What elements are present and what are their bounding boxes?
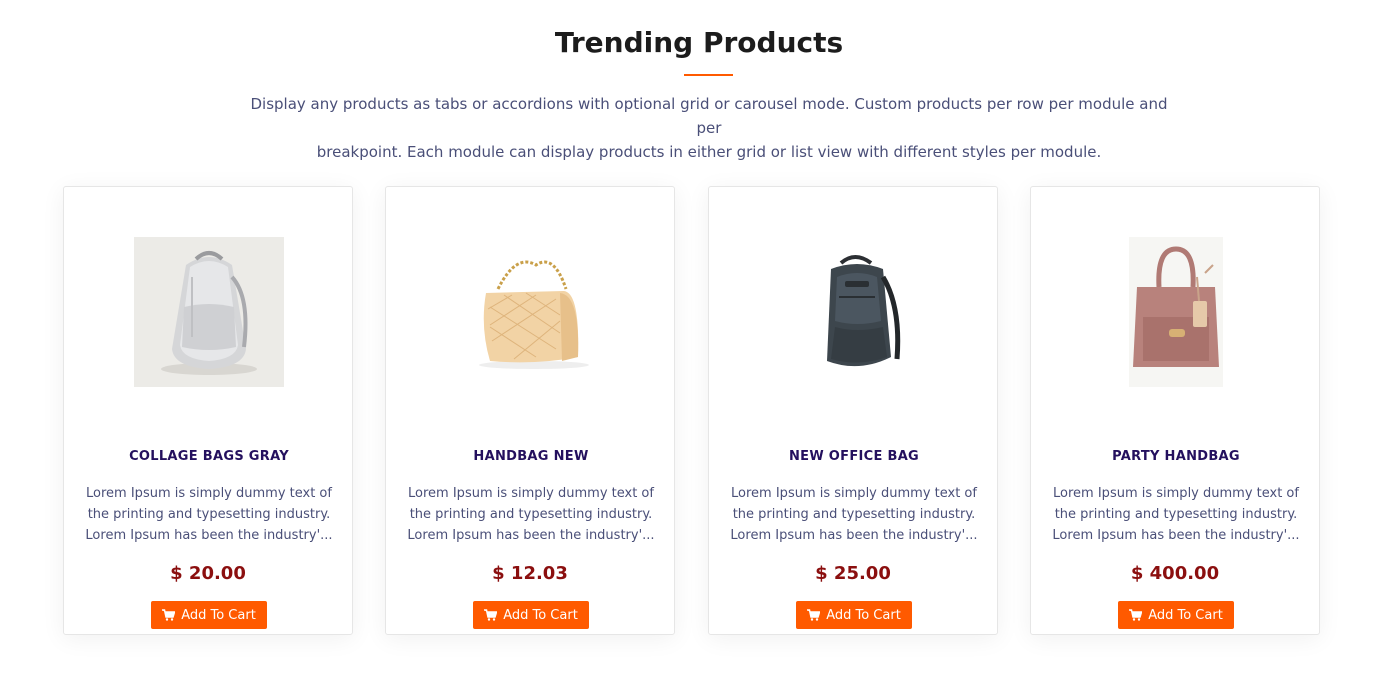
product-price: $ 20.00 [170,563,246,584]
product-description: Lorem Ipsum is simply dummy text of the … [1052,486,1300,543]
product-title[interactable]: HANDBAG NEW [396,449,666,464]
shopping-cart-icon [162,609,176,621]
shopping-cart-icon [807,609,821,621]
shopping-cart-icon [1129,609,1143,621]
product-description: Lorem Ipsum is simply dummy text of the … [407,486,655,543]
product-price: $ 400.00 [1130,563,1220,584]
product-price: $ 12.03 [492,563,568,584]
add-to-cart-label: Add To Cart [503,607,578,623]
gray-backpack-image[interactable] [134,237,284,387]
product-card: COLLAGE BAGS GRAY Lorem Ipsum is simply … [63,186,353,635]
add-to-cart-button[interactable]: Add To Cart [473,601,589,629]
heading-divider [684,74,733,76]
add-to-cart-button[interactable]: Add To Cart [796,601,912,629]
product-title[interactable]: NEW OFFICE BAG [719,449,989,464]
product-price: $ 25.00 [815,563,891,584]
add-to-cart-button[interactable]: Add To Cart [1118,601,1234,629]
product-card: NEW OFFICE BAG Lorem Ipsum is simply dum… [708,186,998,635]
add-to-cart-label: Add To Cart [1148,607,1223,623]
section-subtitle: Display any products as tabs or accordio… [239,92,1179,164]
subtitle-line-2: breakpoint. Each module can display prod… [316,143,1102,161]
product-card: HANDBAG NEW Lorem Ipsum is simply dummy … [385,186,675,635]
product-title[interactable]: COLLAGE BAGS GRAY [74,449,344,464]
section-heading: Trending Products [554,26,844,59]
pink-tote-image[interactable] [1101,237,1251,387]
add-to-cart-label: Add To Cart [181,607,256,623]
product-card: PARTY HANDBAG Lorem Ipsum is simply dumm… [1030,186,1320,635]
product-description: Lorem Ipsum is simply dummy text of the … [85,486,333,543]
shopping-cart-icon [484,609,498,621]
subtitle-line-1: Display any products as tabs or accordio… [250,95,1168,137]
add-to-cart-button[interactable]: Add To Cart [151,601,267,629]
trending-products-section: Trending Products Display any products a… [0,0,1398,678]
product-title[interactable]: PARTY HANDBAG [1041,449,1311,464]
quilted-handbag-image[interactable] [456,237,606,387]
add-to-cart-label: Add To Cart [826,607,901,623]
product-description: Lorem Ipsum is simply dummy text of the … [730,486,978,543]
dark-backpack-image[interactable] [779,237,929,387]
